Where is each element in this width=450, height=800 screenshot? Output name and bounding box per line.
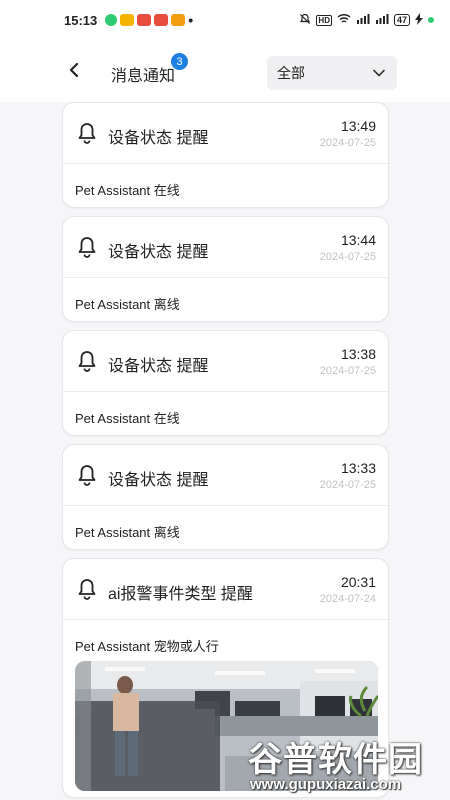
notification-header: 设备状态 提醒 13:33 2024-07-25 xyxy=(63,445,388,506)
bell-icon xyxy=(78,579,96,600)
notification-card[interactable]: 设备状态 提醒 13:33 2024-07-25 Pet Assistant 离… xyxy=(62,444,389,550)
filter-selected-value: 全部 xyxy=(277,65,305,81)
back-button[interactable] xyxy=(63,59,85,81)
notification-title: 设备状态 提醒 xyxy=(108,358,209,375)
notification-card[interactable]: 设备状态 提醒 13:49 2024-07-25 Pet Assistant 在… xyxy=(62,102,389,208)
header: 消息通知 3 全部 xyxy=(0,40,450,102)
notification-time: 20:31 xyxy=(340,574,376,590)
battery-level: 47 xyxy=(393,14,410,26)
filter-dropdown[interactable]: 全部 xyxy=(267,56,397,90)
bell-icon xyxy=(78,465,96,486)
notification-title: 设备状态 提醒 xyxy=(108,130,209,147)
notification-time: 13:49 xyxy=(340,118,376,134)
watermark-url: www.gupuxiazai.com xyxy=(250,776,402,793)
signal-icon xyxy=(356,13,370,27)
unread-badge: 3 xyxy=(171,53,188,70)
notification-message: Pet Assistant 离线 xyxy=(75,297,180,312)
wechat-icon xyxy=(105,14,118,26)
bell-icon xyxy=(78,123,96,144)
page-title: 消息通知 xyxy=(111,68,176,85)
notification-message: Pet Assistant 宠物或人行 xyxy=(75,639,219,654)
chevron-down-icon xyxy=(373,69,385,77)
status-time: 15:13 xyxy=(64,12,98,28)
chevron-left-icon xyxy=(69,62,79,78)
notification-date: 2024-07-24 xyxy=(319,593,376,605)
bell-icon xyxy=(78,237,96,258)
notification-header: ai报警事件类型 提醒 20:31 2024-07-24 xyxy=(63,559,388,620)
notification-header: 设备状态 提醒 13:49 2024-07-25 xyxy=(63,103,388,164)
notification-card[interactable]: 设备状态 提醒 13:44 2024-07-25 Pet Assistant 离… xyxy=(62,216,389,322)
signal-icon xyxy=(375,13,389,27)
wifi-icon xyxy=(337,13,351,27)
bell-icon xyxy=(78,351,96,372)
charging-icon xyxy=(415,12,423,28)
notification-date: 2024-07-25 xyxy=(319,137,376,149)
status-bar: 15:13 • HD 47 xyxy=(0,0,450,40)
notification-date: 2024-07-25 xyxy=(319,251,376,263)
notification-header: 设备状态 提醒 13:38 2024-07-25 xyxy=(63,331,388,392)
site-watermark: 谷普软件园 www.gupuxiazai.com xyxy=(248,732,448,796)
app-notification-icon xyxy=(137,14,152,26)
notification-header: 设备状态 提醒 13:44 2024-07-25 xyxy=(63,217,388,278)
notification-time: 13:44 xyxy=(340,232,376,248)
more-dot-icon: • xyxy=(188,12,194,28)
notification-card[interactable]: 设备状态 提醒 13:38 2024-07-25 Pet Assistant 在… xyxy=(62,330,389,436)
notification-date: 2024-07-25 xyxy=(319,365,376,377)
notification-date: 2024-07-25 xyxy=(319,479,376,491)
app-notification-icon xyxy=(171,14,186,26)
watermark-text: 谷普软件园 xyxy=(248,740,423,780)
notification-message: Pet Assistant 在线 xyxy=(75,183,180,198)
app-notification-icon xyxy=(154,14,169,26)
hd-icon: HD xyxy=(316,14,332,26)
notification-time: 13:38 xyxy=(340,346,376,362)
notification-title: ai报警事件类型 提醒 xyxy=(108,586,253,603)
notification-title: 设备状态 提醒 xyxy=(108,244,209,261)
notification-message: Pet Assistant 离线 xyxy=(75,525,180,540)
mute-icon xyxy=(299,13,311,28)
status-right: HD 47 xyxy=(299,12,434,28)
notification-title: 设备状态 提醒 xyxy=(108,472,209,489)
notification-time: 13:33 xyxy=(340,460,376,476)
privacy-dot-icon xyxy=(428,17,434,23)
app-notification-icon xyxy=(120,14,135,26)
notification-message: Pet Assistant 在线 xyxy=(75,411,180,426)
status-app-icons: • xyxy=(105,12,193,28)
